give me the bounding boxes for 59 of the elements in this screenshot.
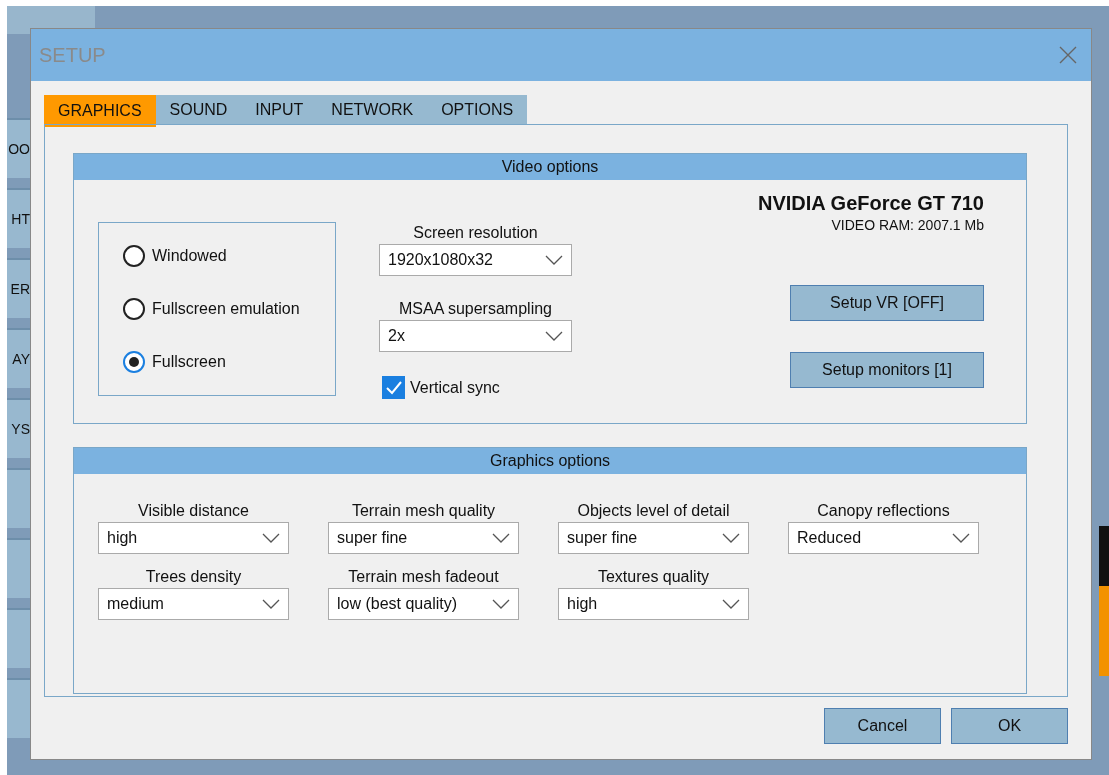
field-label: Screen resolution (412, 224, 539, 242)
field-label: Visible distance (137, 502, 250, 520)
tab[interactable]: NETWORK (317, 95, 428, 125)
field-label: Canopy reflections (816, 502, 951, 520)
chevron-down-icon (952, 533, 970, 543)
side-button[interactable] (7, 678, 30, 738)
window-title: SETUP (39, 43, 106, 67)
chevron-down-icon (722, 533, 740, 543)
side-button[interactable] (7, 608, 30, 668)
setting-dropdown[interactable]: super fine (328, 522, 519, 554)
setting-dropdown[interactable]: high (98, 522, 289, 554)
video-ram: VIDEO RAM: 2007.1 Mb (831, 217, 984, 233)
radio-button[interactable] (123, 298, 145, 320)
chevron-down-icon (262, 599, 280, 609)
setting-dropdown[interactable]: Reduced (788, 522, 979, 554)
field-label: Trees density (144, 568, 243, 586)
field-label: Objects level of detail (576, 502, 731, 520)
checkbox-label[interactable]: Vertical sync (410, 378, 500, 397)
setup-vr-button[interactable]: Setup VR [OFF] (790, 285, 984, 321)
side-button[interactable] (7, 538, 30, 598)
chevron-down-icon (545, 331, 563, 341)
close-icon[interactable] (1059, 46, 1077, 64)
cancel-button[interactable]: Cancel (824, 708, 941, 744)
tab[interactable]: GRAPHICS (44, 95, 156, 127)
side-button[interactable] (7, 468, 30, 528)
chevron-down-icon (722, 599, 740, 609)
chevron-down-icon (492, 533, 510, 543)
radio-label[interactable]: Fullscreen (152, 353, 226, 371)
side-button[interactable]: ER (7, 258, 30, 318)
setting-dropdown[interactable]: medium (98, 588, 289, 620)
field-label: MSAA supersampling (398, 300, 553, 318)
setting-dropdown[interactable]: high (558, 588, 749, 620)
radio-button[interactable] (123, 351, 145, 373)
gpu-name: NVIDIA GeForce GT 710 (758, 192, 984, 215)
checkbox[interactable] (382, 376, 405, 399)
group-header: Video options (74, 154, 1026, 180)
radio-label[interactable]: Windowed (152, 247, 227, 265)
side-button[interactable]: HT (7, 188, 30, 248)
setting-dropdown[interactable]: super fine (558, 522, 749, 554)
tab[interactable]: INPUT (241, 95, 318, 125)
chevron-down-icon (262, 533, 280, 543)
setup-monitors-button[interactable]: Setup monitors [1] (790, 352, 984, 388)
tab[interactable]: OPTIONS (427, 95, 528, 125)
tab[interactable]: SOUND (155, 95, 242, 125)
resolution-dropdown[interactable]: 1920x1080x32 (379, 244, 572, 276)
setting-dropdown[interactable]: low (best quality) (328, 588, 519, 620)
field-label: Terrain mesh quality (350, 502, 497, 520)
side-button[interactable]: AY (7, 328, 30, 388)
side-button[interactable]: YS (7, 398, 30, 458)
radio-button[interactable] (123, 245, 145, 267)
chevron-down-icon (545, 255, 563, 265)
ok-button[interactable]: OK (951, 708, 1068, 744)
chevron-down-icon (492, 599, 510, 609)
side-button[interactable]: OO (7, 118, 30, 178)
radio-label[interactable]: Fullscreen emulation (152, 300, 300, 318)
field-label: Terrain mesh fadeout (347, 568, 500, 586)
field-label: Textures quality (596, 568, 711, 586)
msaa-dropdown[interactable]: 2x (379, 320, 572, 352)
group-header: Graphics options (74, 448, 1026, 474)
